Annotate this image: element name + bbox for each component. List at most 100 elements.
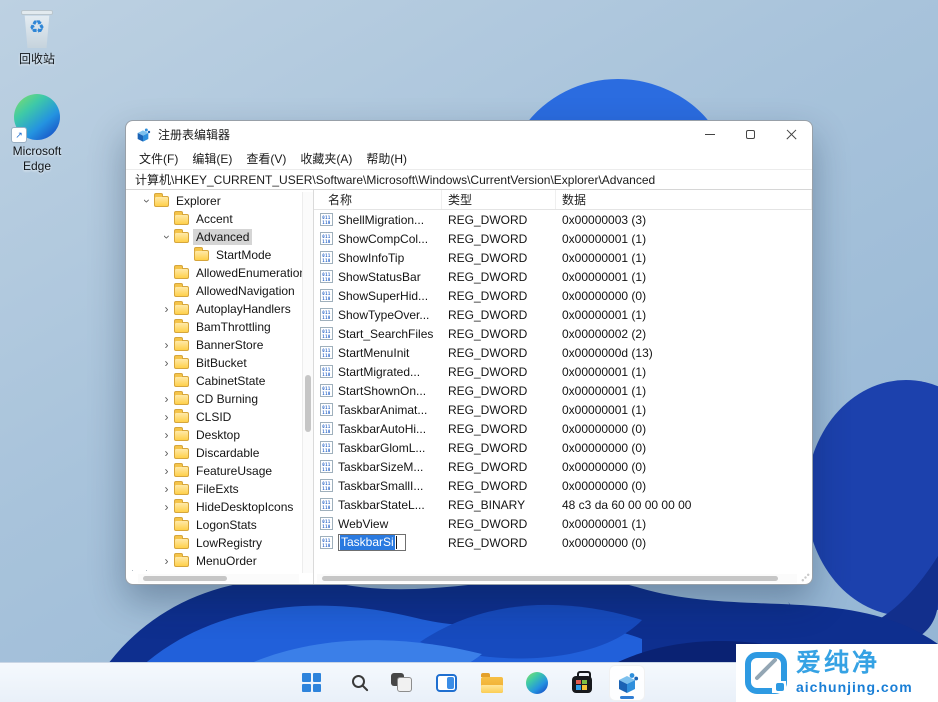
tree-item[interactable]: LogonStats — [126, 516, 302, 534]
edge-desktop-icon[interactable]: Microsoft Edge — [0, 94, 74, 174]
menu-item-3[interactable]: 收藏夹(A) — [293, 150, 359, 167]
registry-value-row[interactable]: TaskbarSizeM...REG_DWORD0x00000000 (0) — [314, 457, 812, 476]
chevron-icon[interactable] — [160, 339, 173, 351]
tree-item[interactable]: FileExts — [126, 480, 302, 498]
registry-value-row[interactable]: WebViewREG_DWORD0x00000001 (1) — [314, 514, 812, 533]
registry-editor-button[interactable] — [609, 665, 645, 701]
dword-icon — [320, 232, 333, 245]
tree-item[interactable]: BamThrottling — [126, 318, 302, 336]
chevron-icon[interactable] — [160, 501, 173, 513]
value-name: TaskbarStateL... — [338, 498, 425, 512]
regedit-icon — [615, 671, 639, 695]
value-data: 0x00000000 (0) — [556, 460, 812, 474]
tree-item-label: BamThrottling — [193, 319, 274, 335]
folder-icon — [194, 250, 209, 261]
tree-item[interactable]: BannerStore — [126, 336, 302, 354]
chevron-icon[interactable] — [160, 411, 173, 423]
tree-item[interactable]: LowRegistry — [126, 534, 302, 552]
folder-icon — [174, 214, 189, 225]
tree-item[interactable]: FeatureUsage — [126, 462, 302, 480]
chevron-icon[interactable] — [160, 555, 173, 567]
registry-value-row[interactable]: TaskbarStateL...REG_BINARY48 c3 da 60 00… — [314, 495, 812, 514]
address-bar[interactable]: 计算机\HKEY_CURRENT_USER\Software\Microsoft… — [126, 169, 812, 190]
value-name: WebView — [338, 517, 388, 531]
chevron-icon[interactable] — [160, 393, 173, 405]
column-header-name[interactable]: 名称 — [314, 190, 442, 209]
chevron-icon[interactable] — [160, 483, 173, 495]
chevron-icon[interactable] — [160, 429, 173, 441]
registry-value-row[interactable]: ShellMigration...REG_DWORD0x00000003 (3) — [314, 210, 812, 229]
registry-value-row[interactable]: Start_SearchFilesREG_DWORD0x00000002 (2) — [314, 324, 812, 343]
tree-item[interactable]: HideDesktopIcons — [126, 498, 302, 516]
registry-value-row[interactable]: StartMigrated...REG_DWORD0x00000001 (1) — [314, 362, 812, 381]
value-data: 0x00000002 (2) — [556, 327, 812, 341]
scrollbar-thumb[interactable] — [305, 375, 311, 432]
tree-item[interactable]: BitBucket — [126, 354, 302, 372]
tree-vertical-scrollbar[interactable] — [302, 192, 313, 573]
registry-value-row[interactable]: TaskbarSmallI...REG_DWORD0x00000000 (0) — [314, 476, 812, 495]
search-button[interactable] — [339, 665, 375, 701]
folder-icon — [174, 268, 189, 279]
list-horizontal-scrollbar[interactable] — [317, 574, 797, 583]
recycle-bin-desktop-icon[interactable]: ♻ 回收站 — [0, 8, 74, 67]
store-button[interactable] — [564, 665, 600, 701]
tree-horizontal-scrollbar[interactable] — [138, 574, 299, 583]
value-name-cell: StartMenuInit — [314, 346, 442, 360]
value-name-cell: TaskbarAutoHi... — [314, 422, 442, 436]
tree-item[interactable]: AllowedNavigation — [126, 282, 302, 300]
rename-input[interactable]: TaskbarSi — [338, 534, 406, 551]
registry-value-row[interactable]: ShowStatusBarREG_DWORD0x00000001 (1) — [314, 267, 812, 286]
column-header-type[interactable]: 类型 — [442, 190, 556, 209]
tree-item[interactable]: Accent — [126, 210, 302, 228]
chevron-icon[interactable] — [160, 357, 173, 369]
registry-value-row[interactable]: TaskbarSiREG_DWORD0x00000000 (0) — [314, 533, 812, 552]
chevron-icon[interactable] — [160, 231, 173, 243]
registry-value-row[interactable]: ShowTypeOver...REG_DWORD0x00000001 (1) — [314, 305, 812, 324]
tree-item[interactable]: CabinetState — [126, 372, 302, 390]
registry-value-row[interactable]: ShowCompCol...REG_DWORD0x00000001 (1) — [314, 229, 812, 248]
edge-button[interactable] — [519, 665, 555, 701]
tree-item[interactable]: Desktop — [126, 426, 302, 444]
folder-icon — [174, 340, 189, 351]
minimize-button[interactable] — [689, 121, 730, 148]
scrollbar-thumb[interactable] — [322, 576, 778, 581]
widgets-button[interactable] — [429, 665, 465, 701]
scrollbar-thumb[interactable] — [143, 576, 227, 581]
registry-value-row[interactable]: TaskbarAutoHi...REG_DWORD0x00000000 (0) — [314, 419, 812, 438]
registry-value-row[interactable]: TaskbarAnimat...REG_DWORD0x00000001 (1) — [314, 400, 812, 419]
value-name-cell: TaskbarAnimat... — [314, 403, 442, 417]
tree-item-label: MenuOrder — [193, 553, 260, 569]
chevron-icon[interactable] — [160, 447, 173, 459]
tree-item[interactable]: AutoplayHandlers — [126, 300, 302, 318]
menu-item-0[interactable]: 文件(F) — [132, 150, 185, 167]
chevron-icon[interactable] — [140, 195, 153, 207]
folder-icon — [174, 376, 189, 387]
file-explorer-button[interactable] — [474, 665, 510, 701]
registry-value-row[interactable]: TaskbarGlomL...REG_DWORD0x00000000 (0) — [314, 438, 812, 457]
tree-item[interactable]: Explorer — [126, 192, 302, 210]
column-header-data[interactable]: 数据 — [556, 190, 812, 209]
registry-value-row[interactable]: ShowInfoTipREG_DWORD0x00000001 (1) — [314, 248, 812, 267]
tree-item[interactable]: StartMode — [126, 246, 302, 264]
menu-item-4[interactable]: 帮助(H) — [359, 150, 414, 167]
menu-item-2[interactable]: 查看(V) — [239, 150, 293, 167]
tree-item[interactable]: CLSID — [126, 408, 302, 426]
tree-item[interactable]: Advanced — [126, 228, 302, 246]
registry-value-row[interactable]: ShowSuperHid...REG_DWORD0x00000000 (0) — [314, 286, 812, 305]
menu-item-1[interactable]: 编辑(E) — [185, 150, 239, 167]
tree-item[interactable]: MenuOrder — [126, 552, 302, 570]
tree-item[interactable]: AllowedEnumeration — [126, 264, 302, 282]
registry-value-row[interactable]: StartMenuInitREG_DWORD0x0000000d (13) — [314, 343, 812, 362]
chevron-icon[interactable] — [160, 303, 173, 315]
value-name-cell: ShellMigration... — [314, 213, 442, 227]
start-button[interactable] — [294, 665, 330, 701]
tree-item[interactable]: CD Burning — [126, 390, 302, 408]
title-bar[interactable]: 注册表编辑器 — [126, 121, 812, 148]
tree-item[interactable]: Discardable — [126, 444, 302, 462]
registry-value-row[interactable]: StartShownOn...REG_DWORD0x00000001 (1) — [314, 381, 812, 400]
resize-grip[interactable] — [801, 573, 810, 582]
maximize-button[interactable] — [730, 121, 771, 148]
chevron-icon[interactable] — [160, 465, 173, 477]
close-button[interactable] — [771, 121, 812, 148]
task-view-button[interactable] — [384, 665, 420, 701]
